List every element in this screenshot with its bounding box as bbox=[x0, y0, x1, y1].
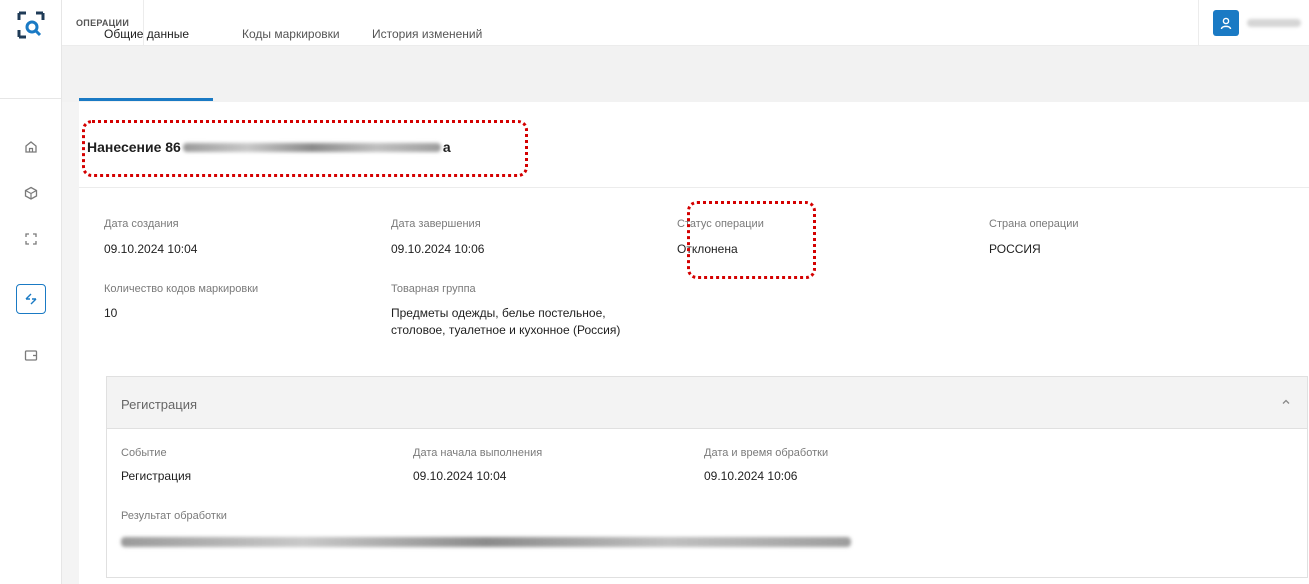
processed-label: Дата и время обработки bbox=[704, 447, 829, 459]
country-label: Страна операции bbox=[989, 218, 1079, 230]
chevron-up-icon[interactable] bbox=[1279, 395, 1293, 409]
user-menu[interactable] bbox=[1198, 0, 1309, 46]
wallet-icon bbox=[24, 350, 38, 361]
tab-general[interactable]: Общие данные bbox=[104, 27, 189, 56]
finished-value: 09.10.2024 10:06 bbox=[391, 242, 485, 256]
tab-history[interactable]: История изменений bbox=[372, 27, 482, 56]
sidebar bbox=[0, 0, 62, 584]
product-group-label: Товарная группа bbox=[391, 283, 476, 295]
sidebar-item-scan[interactable] bbox=[16, 224, 46, 254]
operation-header: Нанесение 86 a bbox=[79, 102, 1309, 188]
status-value: Отклонена bbox=[677, 242, 738, 256]
tab-marking-codes[interactable]: Коды маркировки bbox=[242, 27, 340, 56]
operation-title-prefix: Нанесение 86 bbox=[87, 139, 181, 155]
registration-header[interactable]: Регистрация bbox=[107, 377, 1307, 429]
operation-title: Нанесение 86 a bbox=[87, 139, 451, 155]
sidebar-item-home[interactable] bbox=[16, 132, 46, 162]
created-label: Дата создания bbox=[104, 218, 179, 230]
start-label: Дата начала выполнения bbox=[413, 447, 543, 459]
sidebar-item-products[interactable] bbox=[16, 178, 46, 208]
user-name-redacted bbox=[1247, 19, 1301, 27]
finished-label: Дата завершения bbox=[391, 218, 481, 230]
codes-count-label: Количество кодов маркировки bbox=[104, 283, 259, 295]
event-value: Регистрация bbox=[121, 469, 192, 483]
app-logo-icon[interactable] bbox=[16, 10, 46, 40]
result-value-redacted bbox=[121, 537, 851, 547]
registration-title: Регистрация bbox=[121, 397, 197, 412]
sidebar-item-operations[interactable] bbox=[16, 284, 46, 314]
processed-value: 09.10.2024 10:06 bbox=[704, 469, 798, 483]
sidebar-item-wallet[interactable] bbox=[16, 340, 46, 370]
product-group-value-line1: Предметы одежды, белье постельное, bbox=[391, 306, 606, 320]
status-label: Статус операции bbox=[677, 218, 764, 230]
country-value: РОССИЯ bbox=[989, 242, 1041, 256]
package-icon bbox=[24, 186, 38, 200]
result-label: Результат обработки bbox=[121, 510, 227, 522]
codes-count-value: 10 bbox=[104, 306, 118, 320]
registration-panel: Регистрация Событие Регистрация Дата нач… bbox=[106, 376, 1308, 578]
active-tab-indicator bbox=[79, 98, 213, 101]
operation-title-suffix: a bbox=[442, 139, 451, 155]
user-icon bbox=[1220, 17, 1232, 30]
start-value: 09.10.2024 10:04 bbox=[413, 469, 507, 483]
product-group-value-line2: столовое, туалетное и кухонное (Россия) bbox=[391, 323, 621, 337]
operation-card: Нанесение 86 a Дата создания 09.10.2024 … bbox=[79, 102, 1309, 584]
created-value: 09.10.2024 10:04 bbox=[104, 242, 198, 256]
event-label: Событие bbox=[121, 447, 167, 459]
operation-id-redacted bbox=[182, 142, 441, 152]
home-icon bbox=[25, 141, 37, 153]
user-avatar[interactable] bbox=[1213, 10, 1239, 36]
sidebar-divider bbox=[0, 98, 62, 99]
scan-icon bbox=[25, 233, 37, 245]
transfer-icon bbox=[25, 293, 37, 305]
